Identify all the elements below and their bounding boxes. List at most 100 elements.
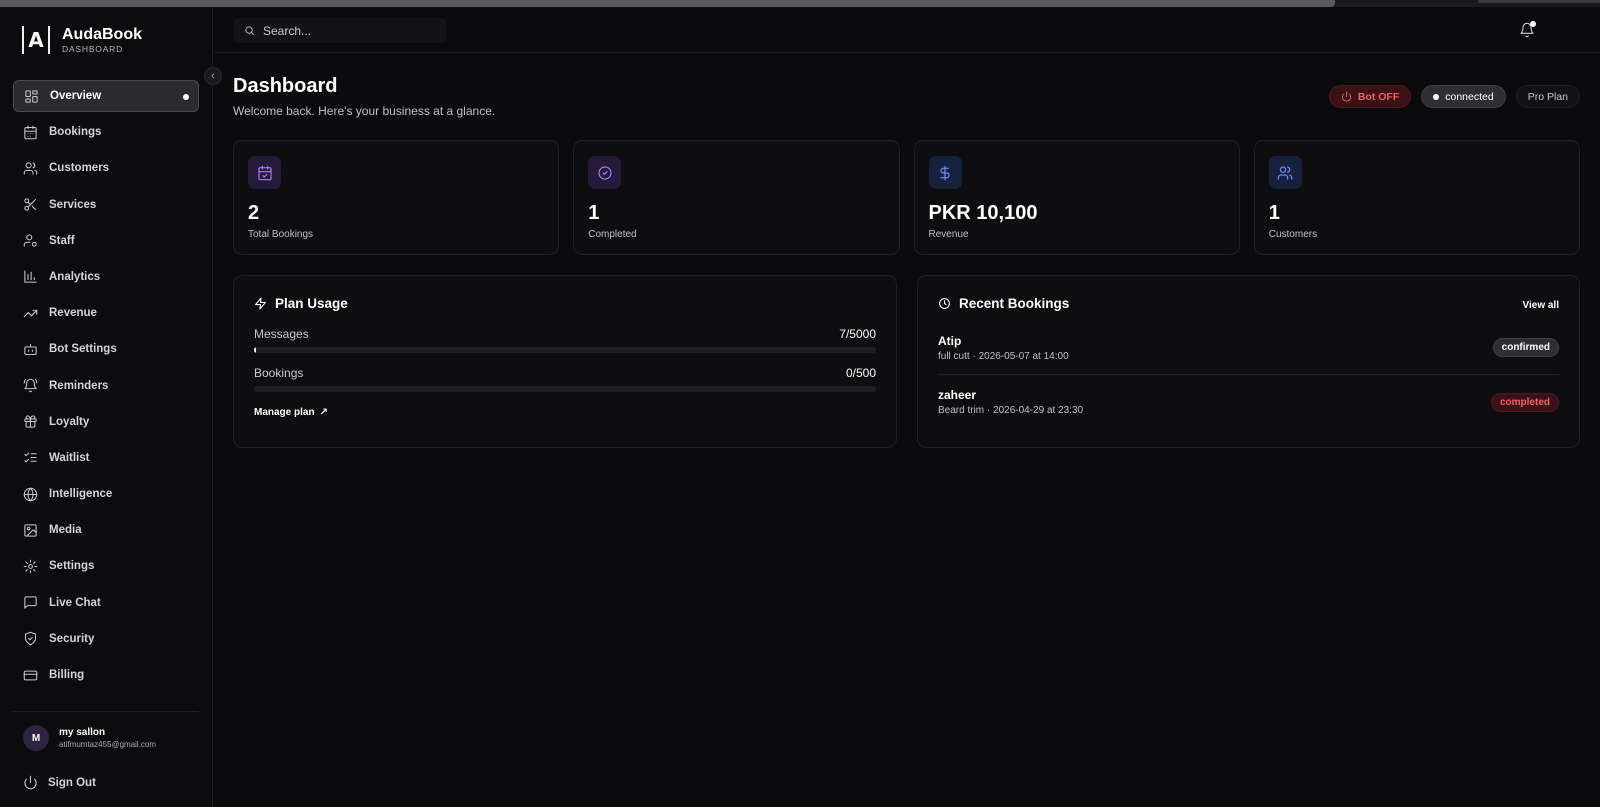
user-name: my sallon	[59, 727, 106, 738]
sidebar-item-billing[interactable]: Billing	[13, 659, 199, 691]
bot-toggle-button[interactable]: Bot OFF	[1328, 85, 1412, 108]
active-indicator-dot	[183, 94, 189, 100]
dollar-icon	[928, 156, 962, 189]
plan-label: Pro Plan	[1527, 90, 1568, 103]
status-badge: completed	[1490, 392, 1559, 412]
sidebar-item-security[interactable]: Security	[13, 623, 199, 655]
list-item[interactable]: Atip full cutt · 2026-05-07 at 14:00 con…	[938, 321, 1559, 375]
grid-icon	[24, 89, 39, 104]
recent-bookings-title: Recent Bookings	[938, 296, 1559, 311]
stat-value: 1	[1268, 202, 1280, 224]
calendar-icon	[23, 125, 38, 140]
user-info: my sallon atifmumtaz455@gmail.com	[59, 727, 156, 749]
stat-label: Total Bookings	[248, 229, 314, 240]
brand-subtitle: DASHBOARD	[62, 43, 124, 54]
page-title: Dashboard	[233, 75, 338, 97]
sidebar-item-analytics[interactable]: Analytics	[13, 261, 199, 293]
sign-out-button[interactable]: Sign Out	[23, 775, 96, 790]
sidebar-item-label: Reminders	[49, 379, 109, 392]
sidebar-item-label: Live Chat	[49, 596, 101, 609]
sidebar-item-label: Services	[49, 198, 97, 211]
stat-label: Completed	[588, 229, 637, 240]
search-input[interactable]	[263, 23, 433, 38]
user-gear-icon	[23, 233, 38, 248]
arrow-up-right-icon: ↗	[319, 407, 328, 418]
bot-status-label: Bot OFF	[1357, 90, 1400, 103]
sidebar-item-label: Loyalty	[49, 415, 90, 428]
top-bar	[214, 7, 1600, 53]
search-box[interactable]	[234, 18, 446, 43]
trending-up-icon	[23, 306, 38, 321]
sidebar-item-intelligence[interactable]: Intelligence	[13, 478, 199, 510]
sidebar-item-live-chat[interactable]: Live Chat	[13, 587, 199, 619]
image-icon	[23, 523, 38, 538]
sidebar-collapse-button[interactable]: ‹	[204, 67, 222, 85]
gift-icon	[23, 414, 38, 429]
sidebar-item-settings[interactable]: Settings	[13, 550, 199, 582]
stat-value: PKR 10,100	[928, 202, 1038, 224]
sign-out-label: Sign Out	[48, 776, 96, 789]
sidebar-item-overview[interactable]: Overview	[13, 80, 199, 112]
card-title-label: Recent Bookings	[959, 296, 1070, 311]
usage-count: 7/5000	[839, 327, 876, 341]
plan-badge[interactable]: Pro Plan	[1515, 85, 1580, 108]
avatar: M	[23, 725, 49, 751]
power-icon	[24, 775, 37, 790]
manage-plan-link[interactable]: Manage plan ↗	[254, 407, 328, 418]
usage-progress-fill	[254, 347, 256, 353]
stat-card-total-bookings: 2 Total Bookings	[233, 140, 560, 255]
notifications-button[interactable]	[1519, 21, 1536, 38]
sidebar-item-label: Media	[49, 524, 82, 537]
brand[interactable]: A AudaBook DASHBOARD	[22, 22, 142, 58]
sidebar-item-label: Revenue	[49, 307, 97, 320]
sidebar: A AudaBook DASHBOARD Overview Bookings C…	[0, 7, 213, 807]
message-icon	[23, 595, 38, 610]
user-profile[interactable]: M my sallon atifmumtaz455@gmail.com	[23, 725, 156, 751]
view-all-link[interactable]: View all	[1522, 300, 1559, 311]
calendar-check-icon	[248, 156, 281, 189]
usage-progress-track	[254, 386, 876, 392]
user-email: atifmumtaz455@gmail.com	[59, 740, 157, 749]
usage-row-bookings: Bookings 0/500	[254, 366, 876, 392]
status-pills: Bot OFF connected Pro Plan	[1328, 85, 1580, 108]
sidebar-nav: Overview Bookings Customers Services Sta…	[13, 80, 199, 695]
sidebar-item-loyalty[interactable]: Loyalty	[13, 406, 199, 438]
stat-value: 1	[588, 202, 600, 224]
scissors-icon	[23, 197, 38, 212]
shield-icon	[23, 631, 38, 646]
booking-info: zaheer Beard trim · 2026-04-29 at 23:30	[938, 388, 1083, 416]
sidebar-item-reminders[interactable]: Reminders	[13, 370, 199, 402]
stat-value: 2	[248, 202, 260, 224]
sidebar-item-label: Overview	[50, 90, 102, 102]
list-item[interactable]: zaheer Beard trim · 2026-04-29 at 23:30 …	[938, 375, 1559, 429]
sidebar-item-waitlist[interactable]: Waitlist	[13, 442, 199, 474]
credit-card-icon	[23, 668, 38, 683]
sidebar-item-media[interactable]: Media	[13, 514, 199, 546]
sidebar-item-label: Staff	[49, 234, 75, 247]
booking-detail: Beard trim · 2026-04-29 at 23:30	[938, 405, 1084, 416]
sidebar-item-staff[interactable]: Staff	[13, 225, 199, 257]
status-dot	[1433, 93, 1440, 100]
stats-row: 2 Total Bookings 1 Completed PKR 10,100 …	[233, 140, 1580, 255]
sidebar-item-label: Billing	[49, 669, 85, 681]
progress-bar-secondary	[1478, 0, 1600, 3]
sidebar-item-customers[interactable]: Customers	[13, 152, 199, 184]
sidebar-item-services[interactable]: Services	[13, 189, 199, 221]
usage-progress-track	[254, 347, 876, 353]
stat-card-customers: 1 Customers	[1253, 140, 1580, 255]
globe-icon	[23, 487, 38, 502]
sidebar-item-label: Customers	[49, 162, 110, 175]
chevron-left-icon: ‹	[211, 70, 215, 82]
card-title-label: Plan Usage	[275, 296, 348, 311]
sidebar-item-bot-settings[interactable]: Bot Settings	[13, 333, 199, 365]
usage-row-messages: Messages 7/5000	[254, 327, 876, 353]
booking-detail: full cutt · 2026-05-07 at 14:00	[938, 350, 1069, 362]
brand-logo: A	[22, 26, 50, 54]
bell-ring-icon	[23, 378, 38, 393]
sidebar-item-bookings[interactable]: Bookings	[13, 116, 199, 148]
stat-label: Revenue	[928, 229, 969, 240]
sidebar-item-revenue[interactable]: Revenue	[13, 297, 199, 329]
status-badge: confirmed	[1492, 338, 1559, 357]
clock-icon	[939, 298, 950, 309]
users-icon	[23, 161, 38, 176]
